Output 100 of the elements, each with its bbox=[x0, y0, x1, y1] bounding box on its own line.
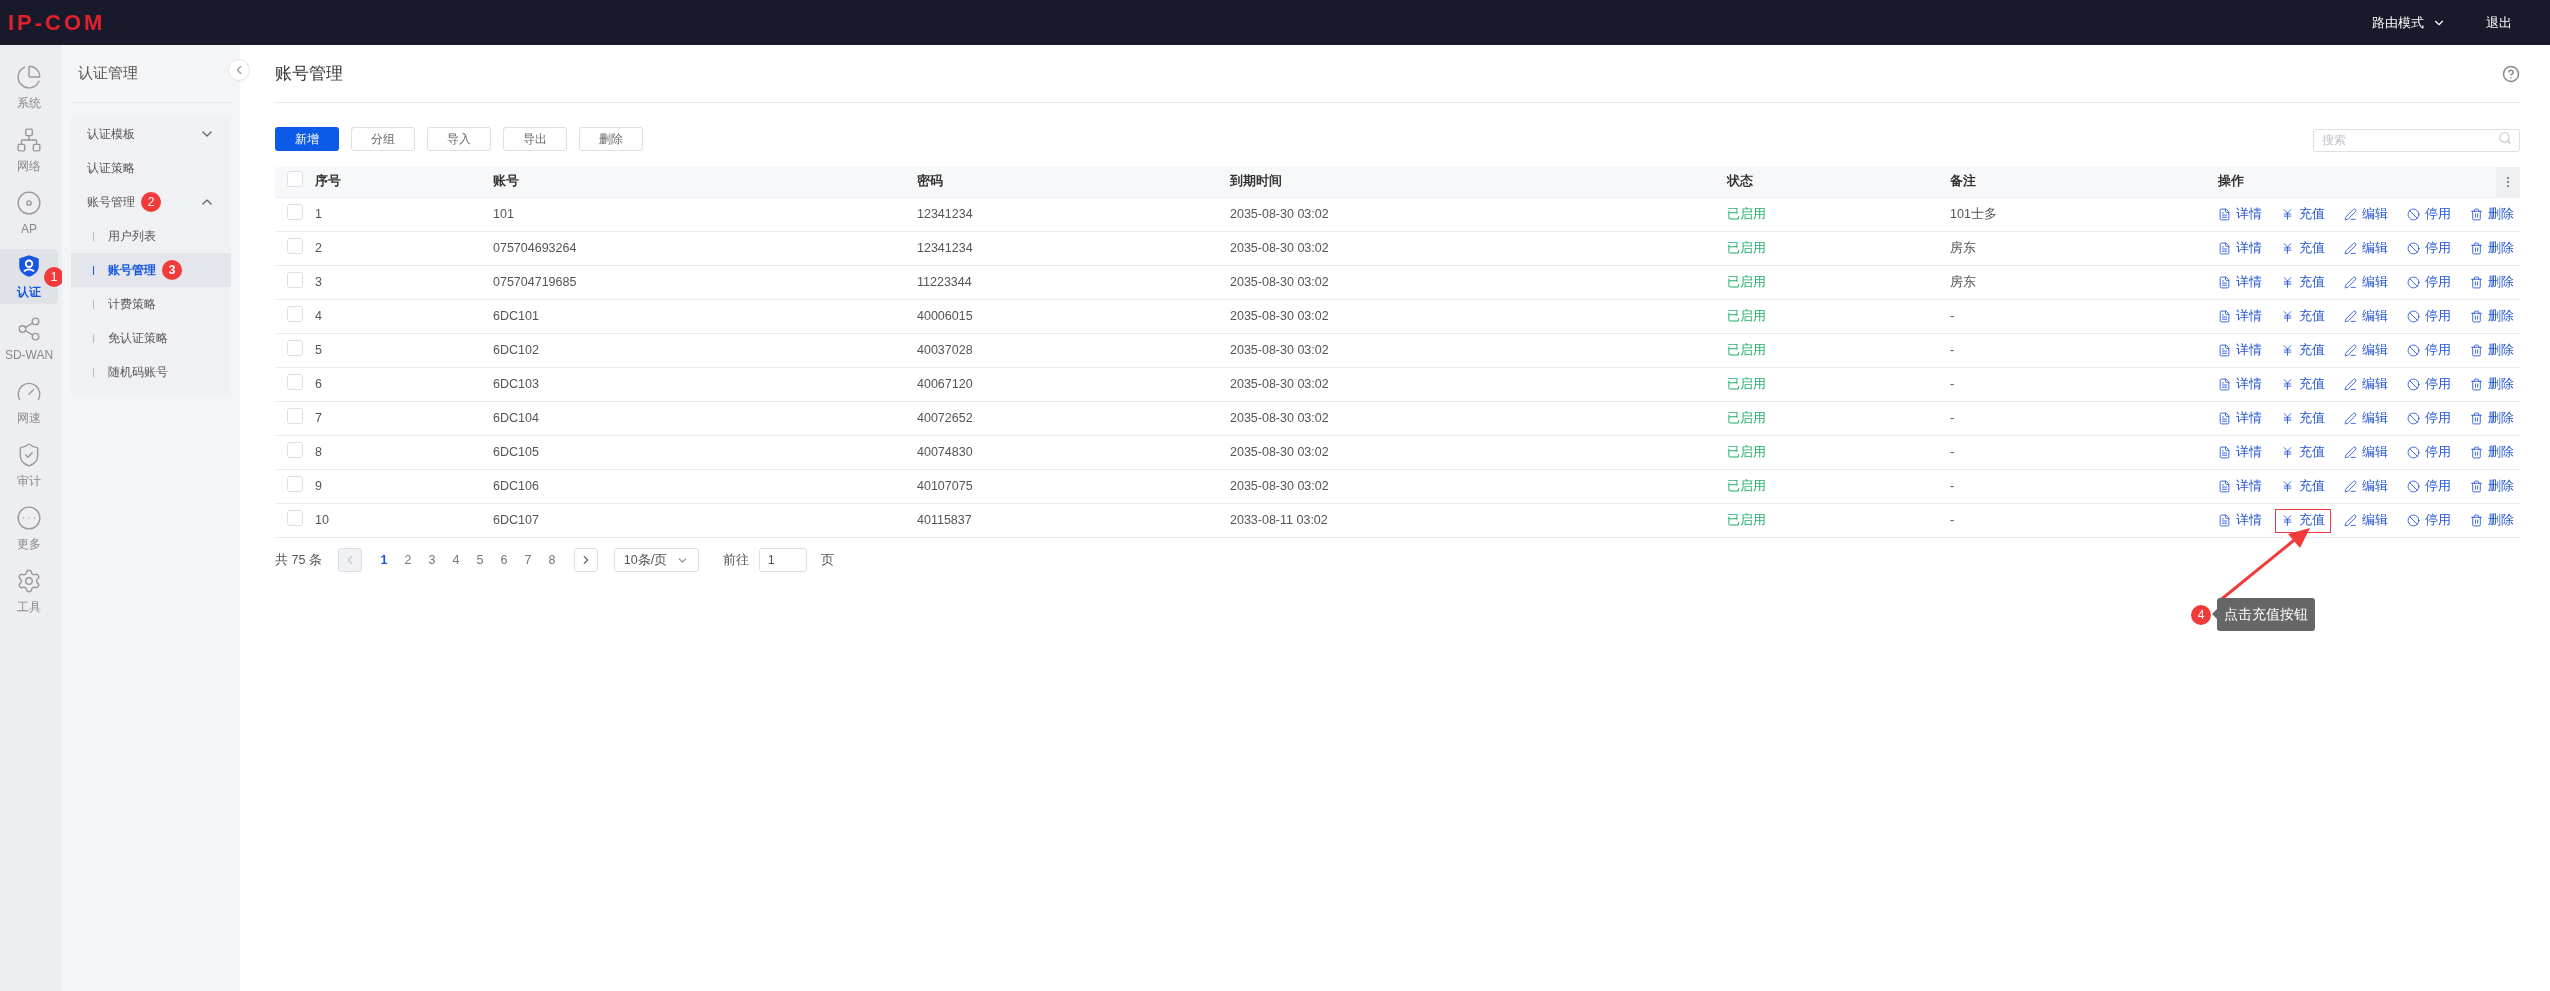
menu-group[interactable]: 账号管理 2 bbox=[71, 185, 231, 219]
action-link[interactable]: 停用 bbox=[2401, 474, 2457, 499]
action-link[interactable]: 停用 bbox=[2401, 406, 2457, 431]
action-link[interactable]: 详情 bbox=[2212, 304, 2268, 329]
ban-icon bbox=[2407, 344, 2420, 357]
action-link[interactable]: 删除 bbox=[2464, 236, 2520, 261]
checkbox[interactable] bbox=[287, 203, 303, 220]
action-link[interactable]: 停用 bbox=[2401, 236, 2457, 261]
action-link[interactable]: 停用 bbox=[2401, 338, 2457, 363]
search-field[interactable]: 搜索 bbox=[2313, 128, 2520, 152]
action-link[interactable]: 详情 bbox=[2212, 270, 2268, 295]
menu-item[interactable]: 账号管理 3 bbox=[71, 253, 231, 287]
action-link[interactable]: 充值 bbox=[2275, 338, 2331, 363]
page-number[interactable]: 2 bbox=[395, 548, 420, 572]
checkbox[interactable] bbox=[287, 373, 303, 390]
pen-icon bbox=[2344, 242, 2357, 255]
collapse-button[interactable] bbox=[228, 59, 250, 81]
action-link[interactable]: 编辑 bbox=[2338, 440, 2394, 465]
action-link[interactable]: 编辑 bbox=[2338, 372, 2394, 397]
page-number[interactable]: 1 bbox=[371, 548, 396, 572]
action-link[interactable]: 详情 bbox=[2212, 406, 2268, 431]
action-link[interactable]: 充值 bbox=[2275, 304, 2331, 329]
action-link[interactable]: 编辑 bbox=[2338, 304, 2394, 329]
action-link[interactable]: 删除 bbox=[2464, 406, 2520, 431]
action-link[interactable]: 删除 bbox=[2464, 474, 2520, 499]
action-link[interactable]: 详情 bbox=[2212, 202, 2268, 227]
checkbox[interactable] bbox=[287, 441, 303, 458]
menu-item[interactable]: 免认证策略 bbox=[71, 321, 231, 355]
page-number[interactable]: 8 bbox=[539, 548, 564, 572]
toolbar-button[interactable]: 导出 bbox=[503, 127, 567, 152]
action-link[interactable]: 删除 bbox=[2464, 440, 2520, 465]
action-link[interactable]: 编辑 bbox=[2338, 406, 2394, 431]
next-page-button[interactable] bbox=[573, 548, 598, 572]
action-link[interactable]: 停用 bbox=[2401, 202, 2457, 227]
action-link[interactable]: 充值 bbox=[2275, 372, 2331, 397]
action-link[interactable]: 编辑 bbox=[2338, 508, 2394, 533]
column-menu-icon[interactable] bbox=[2496, 166, 2520, 197]
page-number[interactable]: 5 bbox=[467, 548, 492, 572]
action-link[interactable]: 编辑 bbox=[2338, 338, 2394, 363]
action-link[interactable]: 停用 bbox=[2401, 304, 2457, 329]
action-link[interactable]: 停用 bbox=[2401, 508, 2457, 533]
checkbox[interactable] bbox=[287, 339, 303, 356]
action-link[interactable]: 删除 bbox=[2464, 372, 2520, 397]
menu-group[interactable]: 认证策略 bbox=[71, 151, 231, 185]
action-link[interactable]: 详情 bbox=[2212, 236, 2268, 261]
checkbox[interactable] bbox=[287, 509, 303, 526]
action-link[interactable]: 删除 bbox=[2464, 202, 2520, 227]
action-link[interactable]: 详情 bbox=[2212, 508, 2268, 533]
action-link[interactable]: 充值 bbox=[2275, 440, 2331, 465]
status-text: 已启用 bbox=[1727, 445, 1766, 460]
action-link[interactable]: 编辑 bbox=[2338, 474, 2394, 499]
action-link[interactable]: 编辑 bbox=[2338, 236, 2394, 261]
toolbar-button[interactable]: 新增 bbox=[275, 127, 339, 152]
page-size-select[interactable]: 10条/页 bbox=[613, 548, 699, 572]
checkbox[interactable] bbox=[287, 407, 303, 424]
action-link[interactable]: 删除 bbox=[2464, 508, 2520, 533]
toolbar-button[interactable]: 删除 bbox=[579, 127, 643, 152]
action-link[interactable]: 详情 bbox=[2212, 474, 2268, 499]
action-link[interactable]: 充值 bbox=[2275, 406, 2331, 431]
disc-icon bbox=[16, 189, 42, 216]
goto-page-field[interactable]: 1 bbox=[758, 548, 807, 572]
action-link[interactable]: 编辑 bbox=[2338, 202, 2394, 227]
toolbar-button[interactable]: 分组 bbox=[351, 127, 415, 152]
action-link[interactable]: 停用 bbox=[2401, 440, 2457, 465]
help-icon[interactable] bbox=[2502, 64, 2520, 83]
action-link[interactable]: 删除 bbox=[2464, 338, 2520, 363]
action-link[interactable]: 充值 bbox=[2275, 270, 2331, 295]
mode-dropdown[interactable]: 路由模式 bbox=[2372, 12, 2446, 33]
menu-item[interactable]: 计费策略 bbox=[71, 287, 231, 321]
action-link[interactable]: 停用 bbox=[2401, 270, 2457, 295]
action-link[interactable]: 充值 bbox=[2275, 236, 2331, 261]
page-number[interactable]: 3 bbox=[419, 548, 444, 572]
checkbox[interactable] bbox=[287, 237, 303, 254]
menu-item[interactable]: 随机码账号 bbox=[71, 355, 231, 389]
action-link[interactable]: 停用 bbox=[2401, 372, 2457, 397]
pen-icon bbox=[2344, 446, 2357, 459]
page-number[interactable]: 4 bbox=[443, 548, 468, 572]
menu-group[interactable]: 认证模板 bbox=[71, 117, 231, 151]
checkbox[interactable] bbox=[287, 475, 303, 492]
pen-icon bbox=[2344, 514, 2357, 527]
trash-icon bbox=[2470, 446, 2483, 459]
action-link[interactable]: 详情 bbox=[2212, 338, 2268, 363]
action-link[interactable]: 删除 bbox=[2464, 270, 2520, 295]
table-cell: 40006015 bbox=[917, 309, 973, 324]
checkbox[interactable] bbox=[287, 170, 303, 187]
menu-item[interactable]: 用户列表 bbox=[71, 219, 231, 253]
checkbox[interactable] bbox=[287, 305, 303, 322]
action-link[interactable]: 充值 bbox=[2275, 508, 2331, 533]
action-link[interactable]: 删除 bbox=[2464, 304, 2520, 329]
toolbar-button[interactable]: 导入 bbox=[427, 127, 491, 152]
action-link[interactable]: 详情 bbox=[2212, 372, 2268, 397]
action-link[interactable]: 编辑 bbox=[2338, 270, 2394, 295]
page-number[interactable]: 6 bbox=[491, 548, 516, 572]
action-link[interactable]: 充值 bbox=[2275, 474, 2331, 499]
logout-link[interactable]: 退出 bbox=[2486, 12, 2512, 33]
checkbox[interactable] bbox=[287, 271, 303, 288]
action-link[interactable]: 详情 bbox=[2212, 440, 2268, 465]
yen-coin-icon bbox=[2281, 242, 2294, 255]
page-number[interactable]: 7 bbox=[515, 548, 540, 572]
action-link[interactable]: 充值 bbox=[2275, 202, 2331, 227]
